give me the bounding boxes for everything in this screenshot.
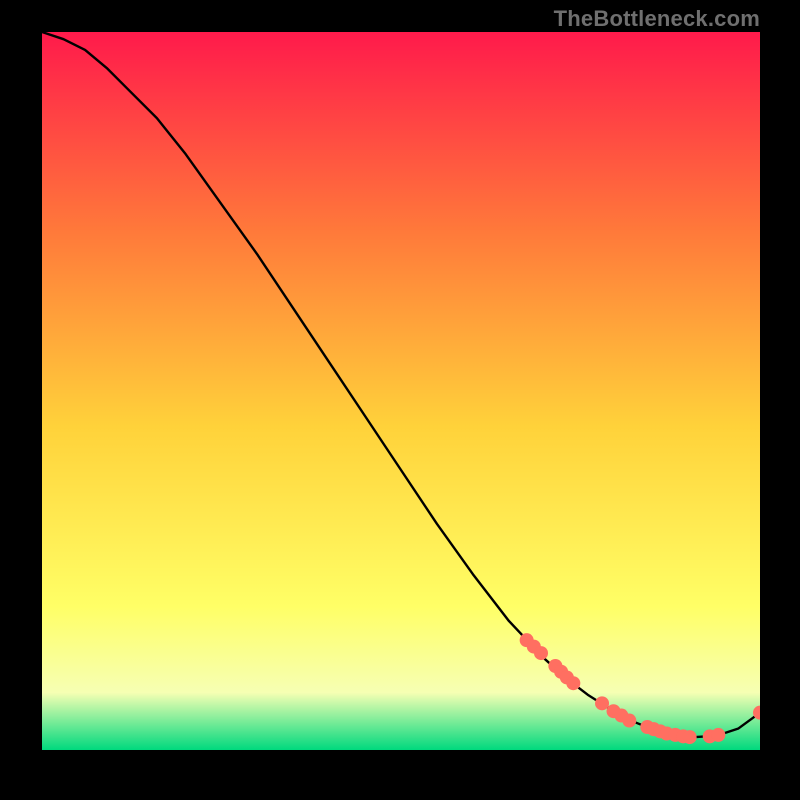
chart-stage: TheBottleneck.com — [0, 0, 800, 800]
data-marker — [566, 676, 580, 690]
plot-svg — [42, 32, 760, 750]
watermark-text: TheBottleneck.com — [554, 6, 760, 32]
data-marker — [683, 730, 697, 744]
plot-area — [42, 32, 760, 750]
gradient-background — [42, 32, 760, 750]
data-marker — [595, 696, 609, 710]
data-marker — [534, 646, 548, 660]
data-marker — [622, 714, 636, 728]
data-marker — [711, 728, 725, 742]
